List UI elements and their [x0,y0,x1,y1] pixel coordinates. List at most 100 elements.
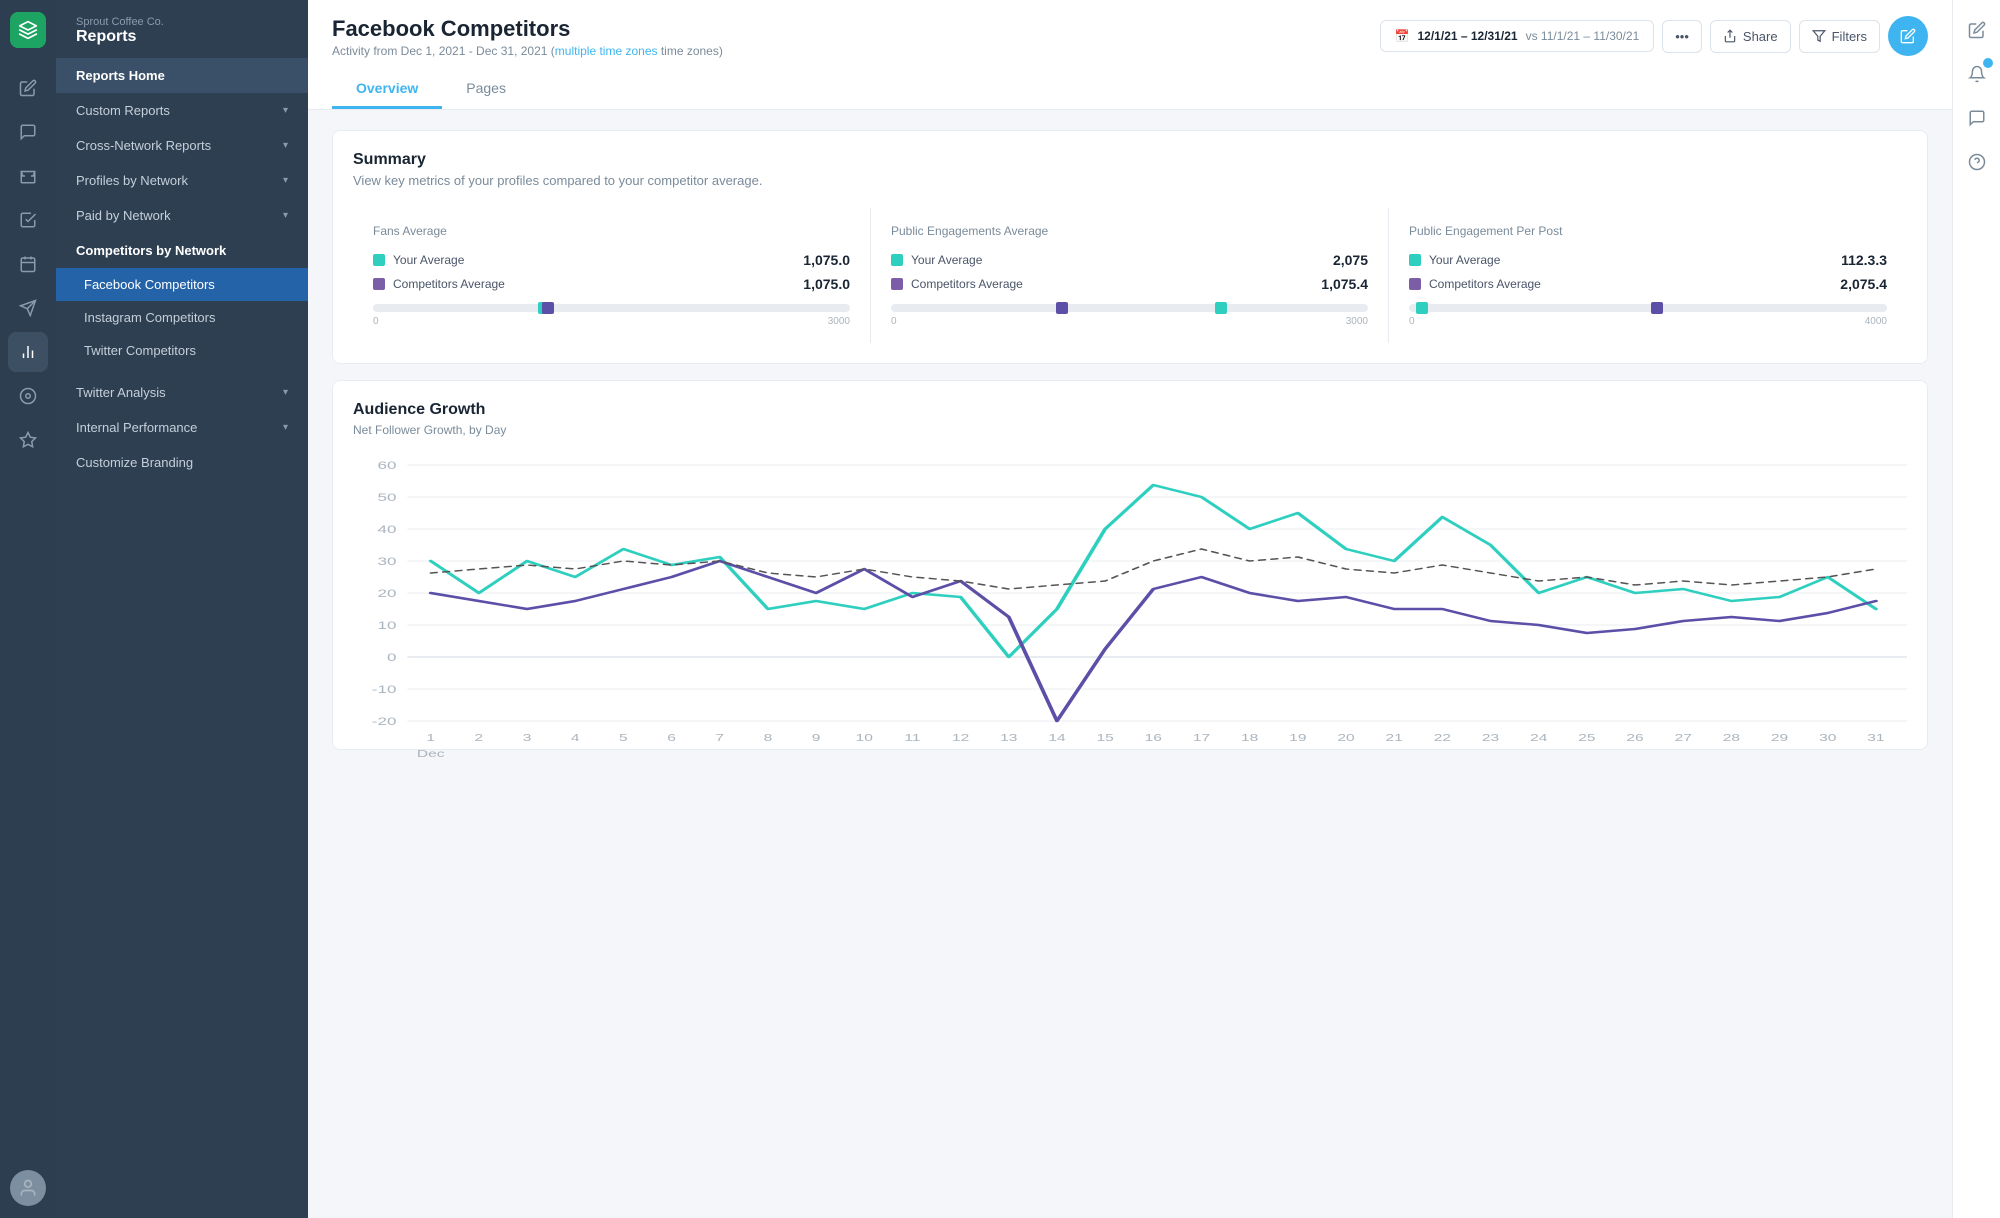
svg-text:9: 9 [812,732,821,743]
metric-post-comp-row: Competitors Average 2,075.4 [1409,276,1887,292]
svg-text:50: 50 [378,492,397,504]
chart-label: Net Follower Growth, by Day [353,423,1907,437]
your-avg-label: Your Average [911,253,982,267]
sidebar-item-twitter-analysis[interactable]: Twitter Analysis ▾ [56,375,308,410]
purple-dot [373,278,385,290]
page-title-section: Facebook Competitors Activity from Dec 1… [332,16,723,58]
sidebar-item-competitors-by-network[interactable]: Competitors by Network [56,233,308,268]
sidebar-item-cross-network[interactable]: Cross-Network Reports ▾ [56,128,308,163]
teal-dot [373,254,385,266]
svg-text:4: 4 [571,732,580,743]
sidebar-item-paid-by-network[interactable]: Paid by Network ▾ [56,198,308,233]
svg-text:8: 8 [764,732,773,743]
svg-text:16: 16 [1145,732,1162,743]
sidebar-item-profiles-by-network[interactable]: Profiles by Network ▾ [56,163,308,198]
filters-button[interactable]: Filters [1799,20,1880,53]
right-icon-notifications[interactable] [1959,56,1995,92]
svg-text:-10: -10 [372,684,397,696]
svg-text:12: 12 [952,732,969,743]
teal-line [431,485,1876,657]
right-icon-edit[interactable] [1959,12,1995,48]
post-axis: 0 4000 [1409,316,1887,327]
comp-avg-value: 2,075.4 [1840,276,1887,292]
your-avg-value: 1,075.0 [803,252,850,268]
svg-text:15: 15 [1097,732,1114,743]
icon-bar [0,0,56,1218]
nav-publish[interactable] [8,288,48,328]
svg-text:25: 25 [1578,732,1595,743]
right-icon-chat[interactable] [1959,100,1995,136]
user-avatar[interactable] [10,1170,46,1206]
sidebar-item-custom-reports[interactable]: Custom Reports ▾ [56,93,308,128]
svg-text:20: 20 [1337,732,1354,743]
edit-button[interactable] [1888,16,1928,56]
date-range-button[interactable]: 📅 12/1/21 – 12/31/21 vs 11/1/21 – 11/30/… [1380,20,1655,52]
sidebar-sub-twitter-competitors[interactable]: Twitter Competitors [56,334,308,367]
svg-text:-20: -20 [372,716,397,728]
right-icon-help[interactable] [1959,144,1995,180]
share-icon [1723,29,1737,43]
svg-text:28: 28 [1723,732,1740,743]
fans-progress-track [373,304,850,312]
share-label: Share [1743,29,1778,44]
nav-reports[interactable] [8,332,48,372]
nav-inbox[interactable] [8,156,48,196]
svg-text:17: 17 [1193,732,1210,743]
nav-tasks[interactable] [8,200,48,240]
svg-text:40: 40 [378,524,397,536]
svg-text:18: 18 [1241,732,1258,743]
chevron-down-icon: ▾ [283,105,288,116]
sidebar-item-internal-performance[interactable]: Internal Performance ▾ [56,410,308,445]
purple-line [431,561,1876,721]
your-avg-label: Your Average [393,253,464,267]
nav-messages[interactable] [8,112,48,152]
metric-engagements: Public Engagements Average Your Average … [871,208,1389,343]
sidebar-sub-facebook-competitors[interactable]: Facebook Competitors [56,268,308,301]
svg-text:10: 10 [856,732,873,743]
sidebar-item-customize-branding[interactable]: Customize Branding [56,445,308,480]
svg-text:26: 26 [1626,732,1643,743]
comp-avg-value: 1,075.4 [1321,276,1368,292]
sidebar-sub-instagram-competitors[interactable]: Instagram Competitors [56,301,308,334]
nav-compose[interactable] [8,68,48,108]
svg-text:1: 1 [426,732,435,743]
summary-title: Summary [353,151,1907,169]
summary-subtitle: View key metrics of your profiles compar… [353,173,1907,188]
eng-axis: 0 3000 [891,316,1368,327]
metric-eng-comp-row: Competitors Average 1,075.4 [891,276,1368,292]
eng-progress-track [891,304,1368,312]
metric-post-label: Public Engagement Per Post [1409,224,1887,238]
comp-avg-label: Competitors Average [911,277,1023,291]
sidebar-item-reports-home[interactable]: Reports Home [56,58,308,93]
nav-listening[interactable] [8,376,48,416]
audience-growth-chart: 60 50 40 30 20 10 0 -10 -20 [353,449,1907,729]
svg-text:21: 21 [1386,732,1403,743]
comp-avg-label: Competitors Average [1429,277,1541,291]
chevron-down-icon: ▾ [283,140,288,151]
nav-calendar[interactable] [8,244,48,284]
page-title: Facebook Competitors [332,16,723,42]
tab-overview[interactable]: Overview [332,70,442,109]
more-options-button[interactable]: ••• [1662,20,1702,53]
main-content: Facebook Competitors Activity from Dec 1… [308,0,1952,1218]
fans-purple-marker [542,302,554,314]
eng-teal-marker [1215,302,1227,314]
purple-dot [891,278,903,290]
svg-text:11: 11 [904,732,920,743]
edit-icon [1900,28,1916,44]
svg-text:30: 30 [378,556,397,568]
tabs: Overview Pages [332,70,1928,109]
svg-text:14: 14 [1048,732,1065,743]
company-name: Sprout Coffee Co. [76,16,288,28]
share-button[interactable]: Share [1710,20,1791,53]
your-avg-label: Your Average [1429,253,1500,267]
app-logo[interactable] [10,12,46,48]
tab-pages[interactable]: Pages [442,70,530,109]
nav-reviews[interactable] [8,420,48,460]
timezone-link[interactable]: multiple time zones [555,44,658,58]
sidebar-brand: Sprout Coffee Co. Reports [56,0,308,50]
ellipsis-icon: ••• [1675,29,1689,44]
svg-text:30: 30 [1819,732,1836,743]
chevron-down-icon: ▾ [283,210,288,221]
svg-text:29: 29 [1771,732,1788,743]
